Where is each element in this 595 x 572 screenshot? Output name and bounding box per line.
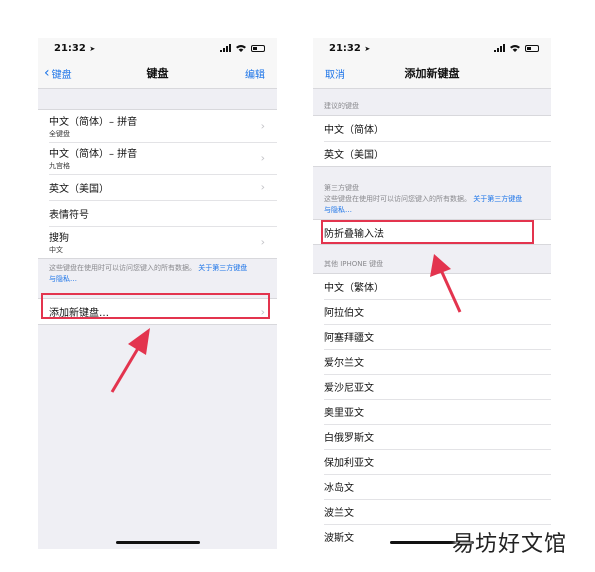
arrow-head-left xyxy=(128,328,150,355)
arrow-line-left xyxy=(110,344,142,393)
arrow-line-right xyxy=(439,269,462,313)
red-arrow-pointers xyxy=(110,254,462,393)
watermark: 易坊好文馆 xyxy=(451,532,567,557)
arrow-head-right xyxy=(430,254,451,277)
